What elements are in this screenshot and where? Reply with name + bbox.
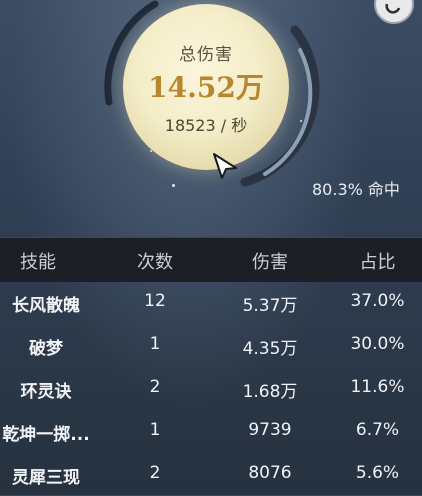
header-skill: 技能 bbox=[20, 252, 56, 273]
refresh-button[interactable] bbox=[374, 0, 414, 24]
skill-name: 灵犀三现 bbox=[12, 468, 80, 488]
arrow-cursor-icon bbox=[212, 152, 238, 184]
damage-stats-panel: 总伤害 14.52万 18523 / 秒 80.3% 命中 技能 次数 伤害 占… bbox=[0, 0, 422, 495]
skill-percent: 6.7% bbox=[355, 420, 400, 440]
skill-name: 乾坤一掷... bbox=[2, 425, 90, 445]
skill-count: 12 bbox=[144, 291, 166, 311]
skill-percent: 30.0% bbox=[350, 334, 405, 354]
skill-count: 1 bbox=[149, 420, 161, 440]
total-damage-value: 14.52万 bbox=[148, 71, 264, 104]
table-row[interactable]: 破梦 1 4.35万 30.0% bbox=[0, 324, 422, 367]
skill-name: 长风散魄 bbox=[12, 296, 80, 316]
skill-percent: 37.0% bbox=[350, 291, 405, 311]
table-row[interactable]: 乾坤一掷... 1 9739 6.7% bbox=[0, 410, 422, 453]
header-count: 次数 bbox=[137, 252, 173, 273]
skill-percent: 5.6% bbox=[355, 463, 400, 483]
skill-table-header: 技能 次数 伤害 占比 bbox=[0, 237, 422, 282]
total-damage-dial: 总伤害 14.52万 18523 / 秒 bbox=[95, 0, 325, 195]
table-row[interactable]: 灵犀三现 2 8076 5.6% bbox=[0, 453, 422, 496]
table-row[interactable]: 长风散魄 12 5.37万 37.0% bbox=[0, 281, 422, 324]
skill-count: 2 bbox=[149, 463, 161, 483]
skill-name: 环灵诀 bbox=[20, 382, 72, 402]
total-damage-label: 总伤害 bbox=[179, 45, 233, 65]
skill-damage: 1.68万 bbox=[242, 382, 298, 402]
skill-count: 1 bbox=[149, 334, 161, 354]
damage-per-second: 18523 / 秒 bbox=[164, 116, 248, 135]
table-row[interactable]: 环灵诀 2 1.68万 11.6% bbox=[0, 367, 422, 410]
hit-rate-label: 80.3% 命中 bbox=[312, 180, 400, 199]
skill-table-body: 长风散魄 12 5.37万 37.0% 破梦 1 4.35万 30.0% 环灵诀… bbox=[0, 281, 422, 496]
skill-damage: 9739 bbox=[248, 420, 292, 440]
skill-name: 破梦 bbox=[29, 339, 63, 359]
header-damage: 伤害 bbox=[252, 252, 288, 273]
header-percent: 占比 bbox=[359, 252, 396, 273]
skill-damage: 8076 bbox=[248, 463, 292, 483]
skill-percent: 11.6% bbox=[350, 377, 405, 397]
skill-damage: 4.35万 bbox=[242, 339, 298, 359]
refresh-icon bbox=[385, 3, 401, 14]
skill-damage: 5.37万 bbox=[242, 296, 298, 316]
skill-count: 2 bbox=[149, 377, 161, 397]
